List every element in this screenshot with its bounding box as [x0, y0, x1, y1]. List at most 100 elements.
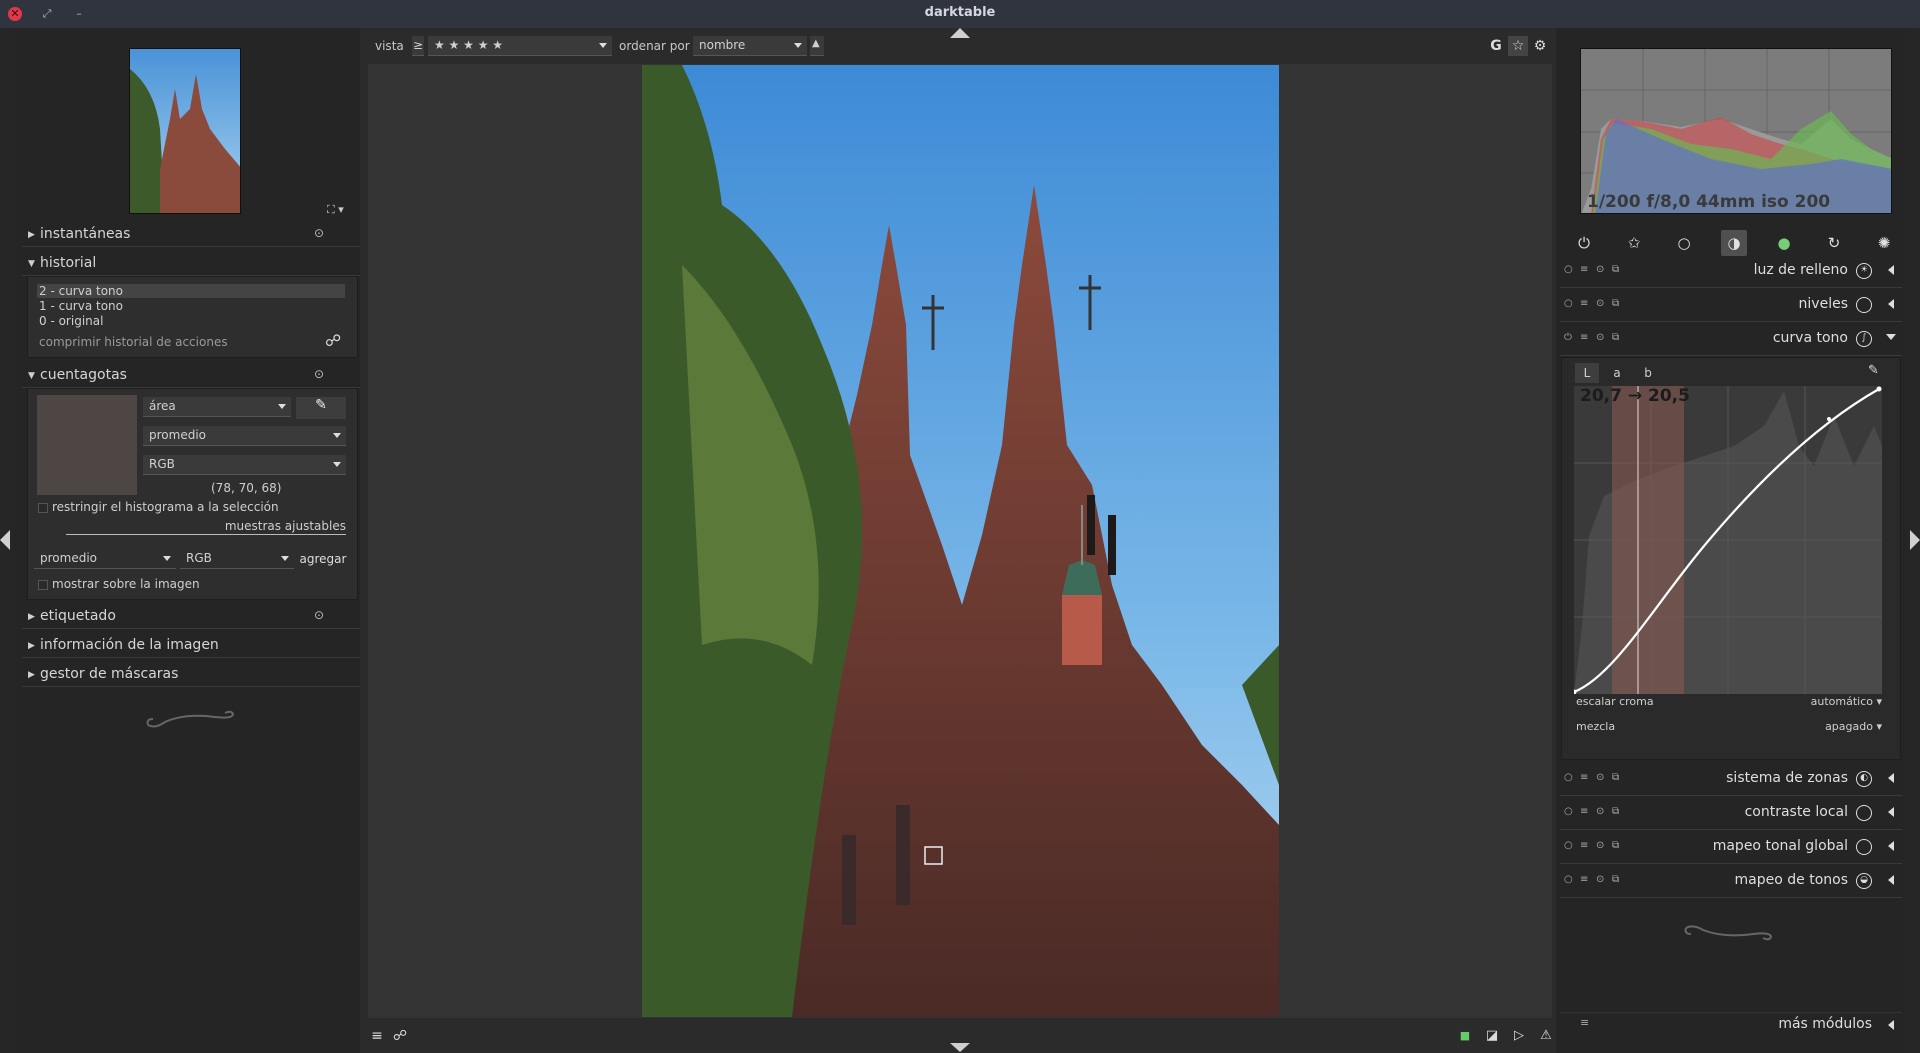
correct-group-icon[interactable]: ↻ — [1821, 230, 1847, 256]
favorites-star-icon[interactable]: ✩ — [1621, 230, 1647, 256]
tone-curve-module-header[interactable]: ⏻ ≡ ⊙ ⧉ curva tono ∫ — [1560, 322, 1902, 356]
module-menu-icon[interactable]: ≡ — [1580, 298, 1588, 309]
presets-icon[interactable]: ⊙ — [314, 226, 324, 240]
module-presets-icon[interactable]: ⊙ — [1596, 264, 1604, 275]
tone-group-icon[interactable]: ◑ — [1721, 230, 1747, 256]
color-picker-module-header[interactable]: ▼ cuentagotas ⊙ — [22, 362, 360, 388]
module-enable-icon[interactable]: ○ — [1564, 806, 1573, 817]
module-presets-icon[interactable]: ⊙ — [1596, 298, 1604, 309]
image-info-module-header[interactable]: ▶ información de la imagen — [22, 632, 360, 658]
grouping-button[interactable]: G — [1486, 36, 1506, 56]
history-item[interactable]: 0 - original — [39, 314, 103, 328]
picker-eyedropper-button[interactable]: ✎ — [296, 397, 346, 419]
module-menu-icon[interactable]: ≡ — [1580, 332, 1588, 343]
chroma-scale-dropdown[interactable]: automático ▾ — [1762, 695, 1882, 708]
collapse-left-panel-arrow[interactable] — [0, 530, 10, 550]
gamut-check-icon[interactable]: ▷ — [1509, 1026, 1529, 1046]
expand-arrow-icon[interactable] — [1888, 773, 1894, 783]
picker-colorspace-dropdown[interactable]: RGB — [143, 455, 346, 475]
curve-tab-a[interactable]: a — [1606, 363, 1628, 383]
sort-field-dropdown[interactable]: nombre — [693, 36, 807, 56]
module-presets-icon[interactable]: ⊙ — [1596, 806, 1604, 817]
basic-group-circle-icon[interactable]: ○ — [1671, 230, 1697, 256]
local-contrast-module-header[interactable]: ○ ≡ ⊙ ⧉ contraste local — [1560, 796, 1902, 830]
expand-arrow-icon[interactable] — [1888, 1020, 1894, 1030]
history-item[interactable]: 2 - curva tono — [37, 284, 345, 298]
presets-menu-icon[interactable]: ≡ — [367, 1026, 387, 1046]
tagging-module-header[interactable]: ▶ etiquetado ⊙ — [22, 603, 360, 629]
overexposed-warning-icon[interactable]: ⚠ — [1536, 1026, 1556, 1046]
fill-light-module-header[interactable]: ○ ≡ ⊙ ⧉ luz de relleno ☀ — [1560, 254, 1902, 288]
add-sample-button[interactable]: agregar — [298, 549, 348, 569]
compress-history-icon[interactable]: ☍ — [325, 331, 341, 350]
sample-statistic-dropdown[interactable]: promedio — [34, 549, 176, 569]
module-enable-icon[interactable]: ○ — [1564, 840, 1573, 851]
tone-curve-graph[interactable]: 20,7 → 20,5 — [1574, 386, 1882, 694]
preferences-gear-icon[interactable]: ⚙ — [1530, 36, 1550, 56]
expand-arrow-icon[interactable] — [1888, 265, 1894, 275]
module-enable-icon[interactable]: ○ — [1564, 298, 1573, 309]
module-enable-icon[interactable]: ○ — [1564, 772, 1573, 783]
blend-dropdown[interactable]: apagado ▾ — [1762, 720, 1882, 733]
presets-icon[interactable]: ⊙ — [314, 367, 324, 381]
module-enable-icon[interactable]: ⏻ — [1564, 332, 1572, 343]
global-tonemap-module-header[interactable]: ○ ≡ ⊙ ⧉ mapeo tonal global — [1560, 830, 1902, 864]
curve-tab-b[interactable]: b — [1637, 363, 1659, 383]
module-reset-icon[interactable]: ⧉ — [1612, 264, 1619, 275]
module-menu-icon[interactable]: ≡ — [1580, 772, 1588, 783]
module-reset-icon[interactable]: ⧉ — [1612, 772, 1619, 783]
module-reset-icon[interactable]: ⧉ — [1612, 298, 1619, 309]
sample-colorspace-dropdown[interactable]: RGB — [180, 549, 294, 569]
overlays-star-icon[interactable]: ☆ — [1508, 36, 1528, 56]
expand-arrow-icon[interactable] — [1888, 875, 1894, 885]
expand-arrow-icon[interactable] — [1888, 807, 1894, 817]
module-reset-icon[interactable]: ⧉ — [1612, 874, 1619, 885]
module-reset-icon[interactable]: ⧉ — [1612, 840, 1619, 851]
effects-group-icon[interactable]: ✺ — [1871, 230, 1897, 256]
restrict-histogram-checkbox[interactable] — [38, 503, 48, 513]
styles-icon[interactable]: ☍ — [390, 1026, 410, 1046]
module-menu-icon[interactable]: ≡ — [1580, 806, 1588, 817]
more-modules-bar[interactable]: ≡ más módulos — [1560, 1012, 1902, 1034]
tonemap-module-header[interactable]: ○ ≡ ⊙ ⧉ mapeo de tonos ◒ — [1560, 864, 1902, 898]
module-menu-icon[interactable]: ≡ — [1580, 264, 1588, 275]
show-on-image-checkbox[interactable] — [38, 580, 48, 590]
module-presets-icon[interactable]: ⊙ — [1596, 332, 1604, 343]
module-presets-icon[interactable]: ⊙ — [1596, 840, 1604, 851]
sort-direction-button[interactable]: ▲ — [810, 36, 824, 56]
history-item[interactable]: 1 - curva tono — [39, 299, 123, 313]
compress-history-button[interactable]: comprimir historial de acciones — [39, 335, 228, 349]
picker-mode-dropdown[interactable]: área — [143, 397, 291, 417]
mask-manager-module-header[interactable]: ▶ gestor de máscaras — [22, 661, 360, 687]
color-assessment-icon[interactable]: ■ — [1455, 1026, 1475, 1046]
expand-arrow-icon[interactable] — [1888, 841, 1894, 851]
color-group-icon[interactable]: ● — [1771, 230, 1797, 256]
histogram[interactable]: 1/200 f/8,0 44mm iso 200 — [1580, 48, 1892, 214]
edited-photo[interactable] — [642, 65, 1279, 1017]
history-module-header[interactable]: ▼ historial — [22, 250, 360, 276]
collapse-right-panel-arrow[interactable] — [1910, 530, 1920, 550]
curve-picker-icon[interactable]: ✎ — [1868, 363, 1879, 378]
zone-system-module-header[interactable]: ○ ≡ ⊙ ⧉ sistema de zonas ◐ — [1560, 762, 1902, 796]
zoom-icon[interactable]: ⛶ ▾ — [327, 203, 344, 217]
navigation-thumbnail[interactable] — [129, 48, 241, 214]
module-reset-icon[interactable]: ⧉ — [1612, 332, 1619, 343]
collapse-arrow-icon[interactable] — [1886, 334, 1896, 340]
snapshots-module-header[interactable]: ▶ instantáneas ⊙ — [22, 221, 360, 247]
presets-icon[interactable]: ⊙ — [314, 608, 324, 622]
levels-module-header[interactable]: ○ ≡ ⊙ ⧉ niveles — [1560, 288, 1902, 322]
softproof-icon[interactable]: ◪ — [1482, 1026, 1502, 1046]
module-enable-icon[interactable]: ○ — [1564, 264, 1573, 275]
more-modules-menu-icon[interactable]: ≡ — [1580, 1016, 1589, 1029]
module-menu-icon[interactable]: ≡ — [1580, 840, 1588, 851]
active-modules-power-icon[interactable]: ⏻ — [1571, 230, 1597, 256]
picker-statistic-dropdown[interactable]: promedio — [143, 426, 346, 446]
rating-comparator-dropdown[interactable]: ≥ — [412, 36, 424, 56]
module-presets-icon[interactable]: ⊙ — [1596, 874, 1604, 885]
module-enable-icon[interactable]: ○ — [1564, 874, 1573, 885]
expand-arrow-icon[interactable] — [1888, 299, 1894, 309]
module-menu-icon[interactable]: ≡ — [1580, 874, 1588, 885]
module-reset-icon[interactable]: ⧉ — [1612, 806, 1619, 817]
rating-filter-dropdown[interactable]: ★ ★ ★ ★ ★ — [428, 36, 612, 56]
module-presets-icon[interactable]: ⊙ — [1596, 772, 1604, 783]
